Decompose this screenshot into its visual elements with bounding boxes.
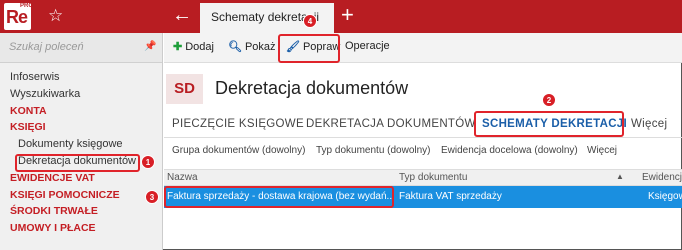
sidebar-item-srodki-trwale[interactable]: ŚRODKI TRWAŁE (0, 203, 162, 220)
callout-badge-3: 3 (145, 190, 159, 204)
sidebar-item-dokumenty-ksiegowe[interactable]: Dokumenty księgowe (0, 136, 162, 153)
sort-asc-icon[interactable]: ▲ (616, 172, 624, 181)
show-button[interactable]: 🔍︎ Pokaż (228, 40, 276, 53)
callout-highlight-4 (278, 34, 340, 63)
grid-header: Nazwa Typ dokumentu ▲ Ewidencj (164, 169, 682, 186)
column-header-ledger[interactable]: Ewidencj (642, 172, 682, 183)
show-label: Pokaż (244, 41, 276, 53)
app-logo[interactable]: Re PRO (4, 3, 34, 30)
tab-dekretacja-dokumentow[interactable]: DEKRETACJA DOKUMENTÓW (306, 118, 476, 130)
sidebar-item-konta[interactable]: KONTA (0, 103, 162, 120)
back-arrow-icon[interactable]: ← (172, 4, 192, 27)
favorite-star-icon[interactable]: ☆ (48, 6, 63, 26)
column-header-name[interactable]: Nazwa (167, 172, 198, 183)
callout-badge-1: 1 (141, 155, 155, 169)
filter-document-group[interactable]: Grupa dokumentów (dowolny) (172, 145, 305, 156)
sidebar-item-umowy-i-place[interactable]: UMOWY I PŁACE (0, 220, 162, 237)
page-title: Dekretacja dokumentów (215, 78, 409, 98)
callout-badge-4: 4 (303, 14, 317, 28)
cell-document-type: Faktura VAT sprzedaży (399, 191, 502, 202)
sidebar-item-wyszukiwarka[interactable]: Wyszukiwarka (0, 86, 162, 103)
tab-pieczecie-ksiegowe[interactable]: PIECZĘCIE KSIĘGOWE (172, 118, 304, 130)
plus-icon: ✚ (173, 41, 183, 53)
new-tab-plus-icon[interactable]: + (341, 2, 354, 28)
search-input[interactable]: Szukaj poleceń (9, 41, 84, 53)
sidebar: Szukaj poleceń 📌 Infoserwis Wyszukiwarka… (0, 33, 163, 250)
callout-highlight-1 (15, 154, 140, 172)
pin-icon[interactable]: 📌 (144, 41, 156, 52)
module-badge: SD (166, 74, 203, 104)
sidebar-item-ksiegi[interactable]: KSIĘGI (0, 119, 162, 136)
sidebar-nav: Infoserwis Wyszukiwarka KONTA KSIĘGI Dok… (0, 69, 162, 237)
tab-more[interactable]: Więcej (631, 118, 667, 130)
toolbar: ✚ Dodaj 🔍︎ Pokaż 🖌︎ Popraw Operacje (164, 33, 682, 63)
add-label: Dodaj (185, 41, 214, 53)
callout-highlight-3 (164, 186, 394, 208)
sidebar-item-ksiegi-pomocnicze[interactable]: KSIĘGI POMOCNICZE (0, 187, 162, 204)
sidebar-item-infoserwis[interactable]: Infoserwis (0, 69, 162, 86)
add-button[interactable]: ✚ Dodaj (173, 40, 214, 53)
logo-text: Re (6, 7, 28, 27)
filter-document-type[interactable]: Typ dokumentu (dowolny) (316, 145, 431, 156)
filter-more[interactable]: Więcej (587, 145, 617, 156)
sidebar-search[interactable]: Szukaj poleceń 📌 (0, 33, 162, 63)
cell-ledger: Księgow (648, 191, 682, 202)
operations-button[interactable]: Operacje (345, 40, 390, 52)
search-icon: 🔍︎ (228, 41, 242, 53)
sidebar-item-ewidencje-vat[interactable]: EWIDENCJE VAT (0, 170, 162, 187)
logo-sup: PRO (20, 3, 34, 9)
title-bar: Re PRO ☆ ← Schematy dekretacji + (0, 0, 682, 33)
callout-highlight-2 (474, 111, 624, 137)
callout-badge-2: 2 (542, 93, 556, 107)
column-header-document-type[interactable]: Typ dokumentu (399, 172, 467, 183)
filter-target-ledger[interactable]: Ewidencja docelowa (dowolny) (441, 145, 578, 156)
